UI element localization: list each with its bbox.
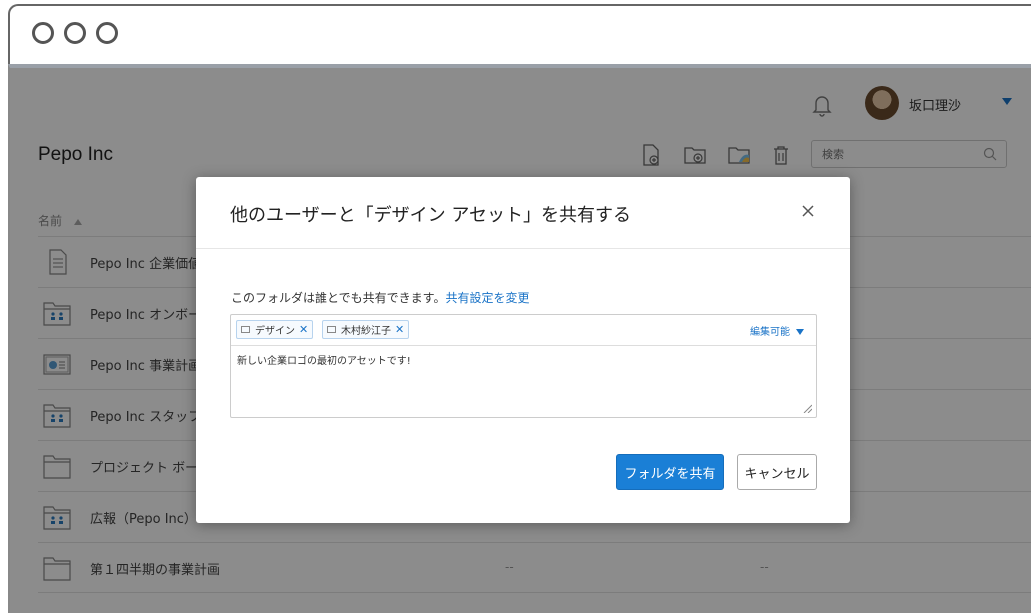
tag-label: デザイン	[255, 326, 295, 337]
window-dot-icon[interactable]	[64, 22, 86, 44]
window-dot-icon[interactable]	[96, 22, 118, 44]
collaborator-tag: デザイン ✕	[236, 320, 314, 339]
collaborator-field[interactable]: デザイン ✕ 木村紗江子 ✕ 編集可能	[231, 315, 816, 346]
browser-frame	[8, 4, 1031, 64]
message-input[interactable]: 新しい企業ロゴの最初のアセットです!	[231, 346, 816, 416]
change-settings-link[interactable]: 共有設定を変更	[445, 291, 529, 305]
window-controls	[32, 22, 118, 44]
remove-tag-icon[interactable]: ✕	[299, 323, 308, 336]
remove-tag-icon[interactable]: ✕	[395, 323, 404, 336]
share-dialog: 他のユーザーと「デザイン アセット」を共有する このフォルダは誰とでも共有できま…	[196, 177, 850, 523]
chevron-down-icon	[796, 329, 804, 335]
share-folder-button[interactable]: フォルダを共有	[616, 454, 724, 490]
permission-label: 編集可能	[750, 327, 790, 338]
share-form: デザイン ✕ 木村紗江子 ✕ 編集可能 新しい企業ロゴの最初のアセットです!	[230, 314, 817, 418]
group-icon	[241, 326, 250, 333]
resize-handle-icon[interactable]	[802, 403, 812, 413]
dialog-description: このフォルダは誰とでも共有できます。共有設定を変更	[231, 289, 529, 306]
user-icon	[327, 326, 336, 333]
tag-label: 木村紗江子	[341, 326, 391, 337]
collaborator-tag: 木村紗江子 ✕	[322, 320, 410, 339]
cancel-button[interactable]: キャンセル	[737, 454, 817, 490]
dialog-title: 他のユーザーと「デザイン アセット」を共有する	[230, 205, 631, 226]
permission-dropdown[interactable]: 編集可能	[750, 323, 804, 338]
description-text: このフォルダは誰とでも共有できます。	[231, 291, 446, 305]
dialog-header: 他のユーザーと「デザイン アセット」を共有する	[196, 177, 850, 249]
window-dot-icon[interactable]	[32, 22, 54, 44]
close-icon[interactable]	[798, 201, 818, 221]
